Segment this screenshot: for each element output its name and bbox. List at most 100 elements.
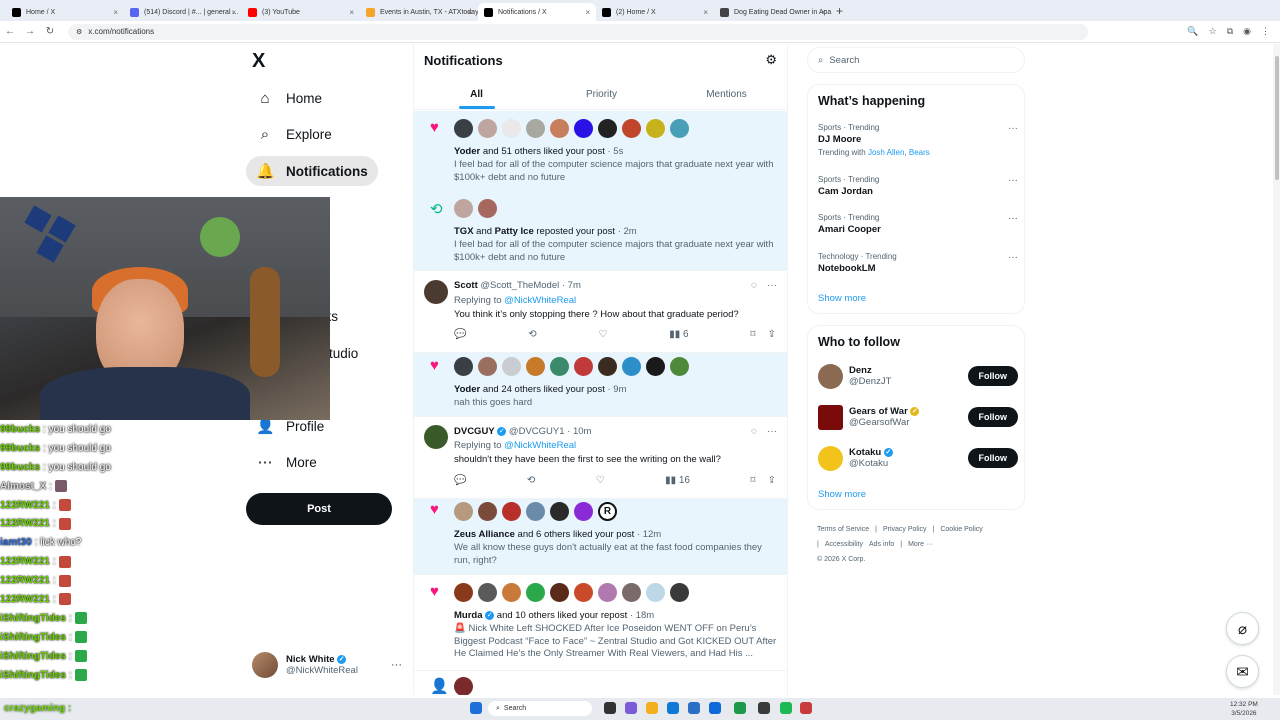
account-switcher[interactable]: Nick White ✓ @NickWhiteReal ··· [252, 652, 402, 678]
avatar[interactable] [526, 119, 545, 138]
zoom-icon[interactable]: 🔍 [1187, 26, 1198, 37]
bookmark-icon[interactable]: ☆ [1209, 26, 1217, 37]
close-tab-icon[interactable]: × [821, 8, 826, 17]
repost-icon[interactable]: ⟲ [528, 329, 536, 340]
reply-icon[interactable]: 💬 [454, 329, 466, 340]
forward-icon[interactable]: → [20, 26, 40, 37]
follow-button[interactable]: Follow [967, 366, 1018, 386]
reply-item[interactable]: DVCGUY ✓ @DVCGUY1 · 10m ◌ ··· Replying to… [414, 417, 787, 499]
actor-name[interactable]: Zeus Alliance [454, 529, 515, 540]
avatar[interactable] [818, 363, 843, 389]
avatar[interactable] [526, 502, 545, 521]
mail-icon[interactable] [709, 702, 721, 714]
profile-icon[interactable]: ◉ [1243, 26, 1251, 37]
footer-link[interactable]: Ads info [869, 541, 894, 548]
avatar[interactable] [424, 425, 448, 449]
notification-item[interactable]: ♥ R Zeus Alliance and 6 others liked you… [414, 499, 787, 575]
follow-button[interactable]: Follow [967, 448, 1018, 468]
reply-icon[interactable]: 💬 [454, 475, 466, 486]
tab-all[interactable]: All [414, 80, 539, 109]
avatar[interactable] [598, 119, 617, 138]
close-tab-icon[interactable]: × [113, 8, 118, 17]
trend-link[interactable]: Josh Allen [868, 148, 904, 157]
avatar[interactable] [574, 583, 593, 602]
avatar[interactable] [670, 119, 689, 138]
x-logo[interactable]: X [252, 50, 265, 73]
avatar[interactable] [454, 357, 473, 376]
avatar[interactable] [454, 199, 473, 218]
url-field[interactable]: ⚙ x.com/notifications [68, 23, 1088, 40]
trend-link[interactable]: Bears [909, 148, 930, 157]
obs-icon[interactable] [758, 702, 770, 714]
browser-tab[interactable]: (514) Discord | #... | general ... × [124, 3, 242, 21]
replying-handle[interactable]: @NickWhiteReal [504, 440, 576, 451]
like-icon[interactable]: ♡ [598, 329, 607, 340]
trend-item[interactable]: Sports · Trending Amari Cooper ··· [818, 213, 1018, 235]
taskbar-clock[interactable]: 12:32 PM 3/5/2026 [1230, 700, 1258, 718]
post-button[interactable]: Post [246, 493, 392, 525]
avatar[interactable] [622, 119, 641, 138]
extensions-icon[interactable]: ⧉ [1227, 26, 1233, 37]
start-icon[interactable] [470, 702, 482, 714]
nav-notifications[interactable]: 🔔 Notifications [246, 156, 378, 186]
avatar[interactable] [526, 583, 545, 602]
more-icon[interactable]: ··· [1008, 252, 1018, 263]
author-handle[interactable]: @DVCGUY1 [506, 426, 565, 437]
notification-item[interactable]: ♥ Murda ✓ and 10 others liked your repos… [414, 575, 787, 671]
follow-suggestion[interactable]: Kotaku ✓ @Kotaku Follow [818, 444, 1018, 472]
more-icon[interactable]: ··· [767, 426, 777, 437]
browser-tab[interactable]: (3) YouTube × [242, 3, 360, 21]
avatar[interactable] [646, 583, 665, 602]
actor-name[interactable]: Yoder [454, 146, 480, 157]
notification-item[interactable]: ♥ Yoder and 24 others liked your post · … [414, 353, 787, 417]
grok-icon[interactable]: ◌ [751, 426, 757, 437]
actor-name[interactable]: TGX [454, 226, 474, 237]
footer-link[interactable]: Terms of Service [817, 526, 869, 533]
messages-icon[interactable]: ✉ [1226, 655, 1259, 688]
avatar[interactable] [550, 502, 569, 521]
avatar[interactable] [646, 357, 665, 376]
app-icon[interactable] [625, 702, 637, 714]
author-handle[interactable]: @Scott_TheModel [478, 280, 559, 291]
footer-link[interactable]: More ··· [908, 541, 933, 548]
avatar[interactable] [424, 280, 448, 304]
menu-icon[interactable]: ⋮ [1261, 26, 1270, 37]
chrome-icon[interactable] [734, 702, 746, 714]
avatar[interactable] [574, 119, 593, 138]
close-tab-icon[interactable]: × [585, 8, 590, 17]
store-icon[interactable] [688, 702, 700, 714]
avatar[interactable] [574, 502, 593, 521]
avatar[interactable] [818, 445, 843, 471]
bookmark-icon[interactable]: ⌑ [750, 329, 755, 340]
avatar[interactable] [646, 119, 665, 138]
avatar[interactable] [478, 357, 497, 376]
search-input[interactable]: ⌕ Search [807, 47, 1025, 73]
repost-icon[interactable]: ⟲ [527, 475, 535, 486]
actor-name[interactable]: Patty Ice [495, 226, 534, 237]
avatar[interactable] [670, 357, 689, 376]
replying-handle[interactable]: @NickWhiteReal [504, 295, 576, 306]
avatar[interactable] [550, 583, 569, 602]
actor-name[interactable]: Murda [454, 610, 483, 621]
close-tab-icon[interactable]: × [349, 8, 354, 17]
share-icon[interactable]: ⇪ [768, 475, 776, 486]
task-view-icon[interactable] [604, 702, 616, 714]
trend-item[interactable]: Sports · Trending DJ Moore Trending with… [818, 123, 1018, 157]
tab-mentions[interactable]: Mentions [664, 80, 787, 109]
nav-explore[interactable]: ⌕ Explore [246, 119, 342, 149]
file-explorer-icon[interactable] [646, 702, 658, 714]
nav-home[interactable]: ⌂ Home [246, 83, 332, 113]
follow-suggestion[interactable]: Denz @DenzJT Follow [818, 362, 1018, 390]
avatar[interactable] [478, 583, 497, 602]
more-icon[interactable]: ··· [767, 280, 777, 291]
avatar[interactable] [502, 583, 521, 602]
edge-icon[interactable] [667, 702, 679, 714]
grok-icon[interactable]: ⌀ [1226, 612, 1259, 645]
taskbar-search[interactable]: ⌕ Search [488, 701, 592, 716]
views-stat[interactable]: ▮▮ 16 [665, 475, 690, 486]
account-more-icon[interactable]: ··· [391, 659, 402, 671]
actor-name[interactable]: Yoder [454, 384, 480, 395]
avatar[interactable] [478, 502, 497, 521]
reply-item[interactable]: Scott @Scott_TheModel · 7m ◌ ··· Replying… [414, 271, 787, 353]
avatar[interactable] [550, 357, 569, 376]
